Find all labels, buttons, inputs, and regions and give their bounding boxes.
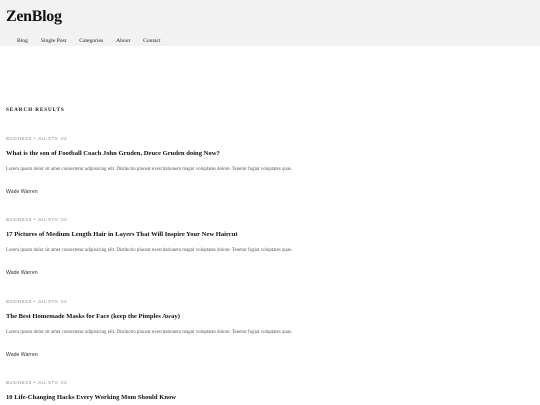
search-result-item: BUSINESS • JUL 5TH '22 The Best Homemade… — [6, 299, 526, 358]
post-excerpt: Lorem ipsum dolor sit amet consectetur a… — [6, 248, 293, 253]
post-author[interactable]: Wade Warren — [6, 352, 38, 358]
post-meta: BUSINESS • JUL 5TH '22 — [6, 136, 68, 141]
post-title-link[interactable]: 10 Life-Changing Hacks Every Working Mom… — [6, 394, 176, 401]
post-author[interactable]: Wade Warren — [6, 189, 38, 195]
post-meta: BUSINESS • JUL 5TH '22 — [6, 217, 68, 222]
main-nav: Blog Single Post Categories About Contac… — [17, 38, 161, 45]
site-logo[interactable]: ZenBlog — [6, 8, 62, 26]
site-header: ZenBlog Blog Single Post Categories Abou… — [0, 0, 540, 46]
search-results-heading: SEARCH RESULTS — [6, 107, 65, 113]
post-excerpt: Lorem ipsum dolor sit amet consectetur a… — [6, 167, 293, 172]
nav-link-blog[interactable]: Blog — [17, 38, 28, 45]
nav-link-contact[interactable]: Contact — [143, 38, 160, 45]
post-title-link[interactable]: What is the son of Football Coach John G… — [6, 150, 220, 157]
post-meta: BUSINESS • JUL 5TH '22 — [6, 380, 68, 385]
post-title-link[interactable]: The Best Homemade Masks for Face (keep t… — [6, 313, 180, 320]
post-meta: BUSINESS • JUL 5TH '22 — [6, 299, 68, 304]
post-author[interactable]: Wade Warren — [6, 270, 38, 276]
post-excerpt: Lorem ipsum dolor sit amet consectetur a… — [6, 330, 293, 335]
nav-link-about[interactable]: About — [116, 38, 130, 45]
search-result-item: BUSINESS • JUL 5TH '22 10 Life-Changing … — [6, 380, 526, 401]
search-result-item: BUSINESS • JUL 5TH '22 What is the son o… — [6, 136, 526, 195]
nav-link-single-post[interactable]: Single Post — [41, 38, 66, 45]
search-result-item: BUSINESS • JUL 5TH '22 17 Pictures of Me… — [6, 217, 526, 276]
nav-link-categories[interactable]: Categories — [79, 38, 103, 45]
post-title-link[interactable]: 17 Pictures of Medium Length Hair in Lay… — [6, 231, 238, 238]
